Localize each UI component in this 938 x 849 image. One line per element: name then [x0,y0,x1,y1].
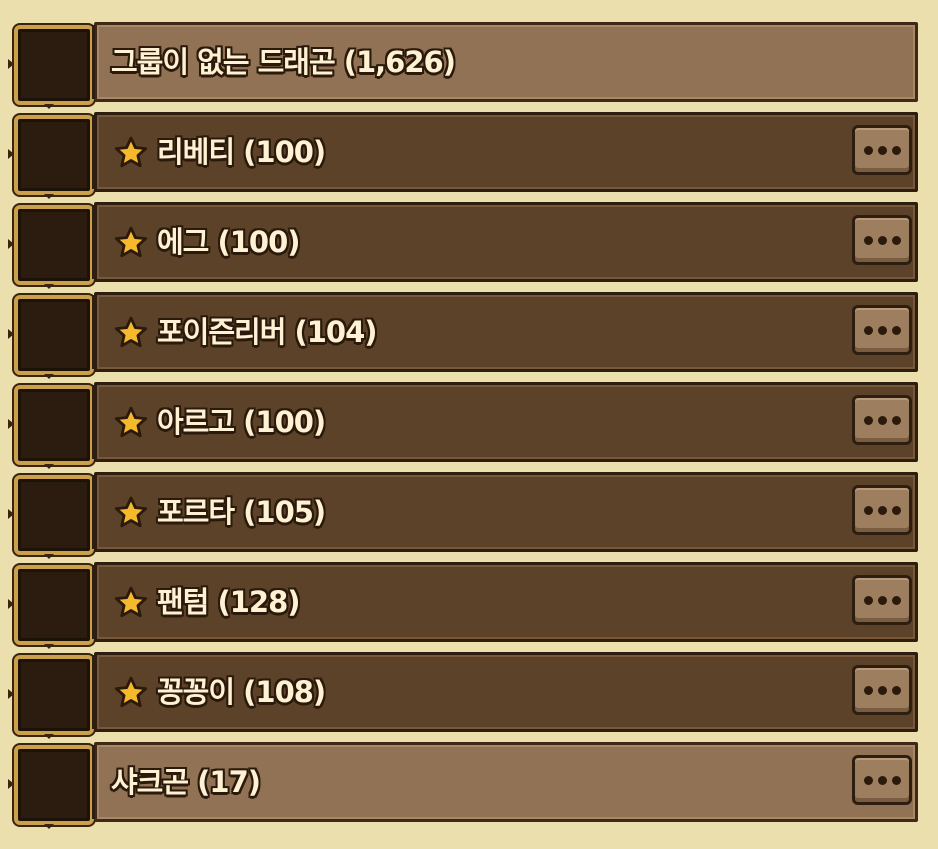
more-dots-icon [863,325,873,335]
more-dots-icon [863,505,873,515]
group-checkbox[interactable] [8,745,94,829]
more-dots-icon [891,595,901,605]
group-label: 아르고 (100) [157,405,326,439]
more-dots-icon [877,235,887,245]
more-dots-icon [877,145,887,155]
more-dots-icon [863,145,873,155]
group-label: 포르타 (105) [157,495,326,529]
more-options-button[interactable] [852,665,912,715]
group-bar[interactable]: 꽁꽁이 (108) [92,652,918,732]
star-icon [114,586,148,618]
group-row: 포르타 (105) [8,472,920,559]
star-icon [114,496,148,528]
more-options-button[interactable] [852,395,912,445]
group-checkbox[interactable] [8,115,94,199]
group-checkbox[interactable] [8,25,94,109]
group-checkbox[interactable] [8,205,94,289]
group-checkbox[interactable] [8,565,94,649]
more-dots-icon [863,685,873,695]
group-label: 에그 (100) [157,225,300,259]
more-dots-icon [863,235,873,245]
group-checkbox[interactable] [8,475,94,559]
more-options-button[interactable] [852,215,912,265]
group-label: 포이즌리버 (104) [157,315,378,349]
star-icon [114,676,148,708]
group-bar[interactable]: 그룹이 없는 드래곤 (1,626) [92,22,918,102]
group-label: 팬텀 (128) [157,585,300,619]
group-row: 포이즌리버 (104) [8,292,920,379]
group-label: 꽁꽁이 (108) [157,675,326,709]
more-options-button[interactable] [852,125,912,175]
more-dots-icon [891,325,901,335]
more-options-button[interactable] [852,755,912,805]
more-dots-icon [863,595,873,605]
more-options-button[interactable] [852,485,912,535]
more-dots-icon [863,775,873,785]
group-bar[interactable]: 샤크곤 (17) [92,742,918,822]
more-dots-icon [891,235,901,245]
more-dots-icon [891,505,901,515]
more-options-button[interactable] [852,305,912,355]
star-icon [114,406,148,438]
group-bar[interactable]: 리베티 (100) [92,112,918,192]
star-icon [114,136,148,168]
group-label: 샤크곤 (17) [111,765,261,799]
group-label: 그룹이 없는 드래곤 (1,626) [111,45,456,79]
group-bar[interactable]: 아르고 (100) [92,382,918,462]
more-dots-icon [877,685,887,695]
star-icon [114,226,148,258]
star-icon [114,316,148,348]
more-dots-icon [891,145,901,155]
group-row: 팬텀 (128) [8,562,920,649]
group-bar[interactable]: 포이즌리버 (104) [92,292,918,372]
more-dots-icon [891,415,901,425]
more-dots-icon [877,325,887,335]
group-bar[interactable]: 에그 (100) [92,202,918,282]
more-dots-icon [891,775,901,785]
group-row: 샤크곤 (17) [8,742,920,829]
more-dots-icon [877,775,887,785]
more-dots-icon [863,415,873,425]
more-dots-icon [891,685,901,695]
group-label: 리베티 (100) [157,135,326,169]
more-dots-icon [877,595,887,605]
group-row: 꽁꽁이 (108) [8,652,920,739]
group-row: 리베티 (100) [8,112,920,199]
dragon-group-list: 그룹이 없는 드래곤 (1,626) 리베티 (100) 에그 (100) 포이… [8,22,920,829]
group-row: 아르고 (100) [8,382,920,469]
group-bar[interactable]: 포르타 (105) [92,472,918,552]
more-dots-icon [877,415,887,425]
group-checkbox[interactable] [8,655,94,739]
group-row-ungrouped: 그룹이 없는 드래곤 (1,626) [8,22,920,109]
more-dots-icon [877,505,887,515]
group-checkbox[interactable] [8,385,94,469]
more-options-button[interactable] [852,575,912,625]
group-bar[interactable]: 팬텀 (128) [92,562,918,642]
group-checkbox[interactable] [8,295,94,379]
group-row: 에그 (100) [8,202,920,289]
